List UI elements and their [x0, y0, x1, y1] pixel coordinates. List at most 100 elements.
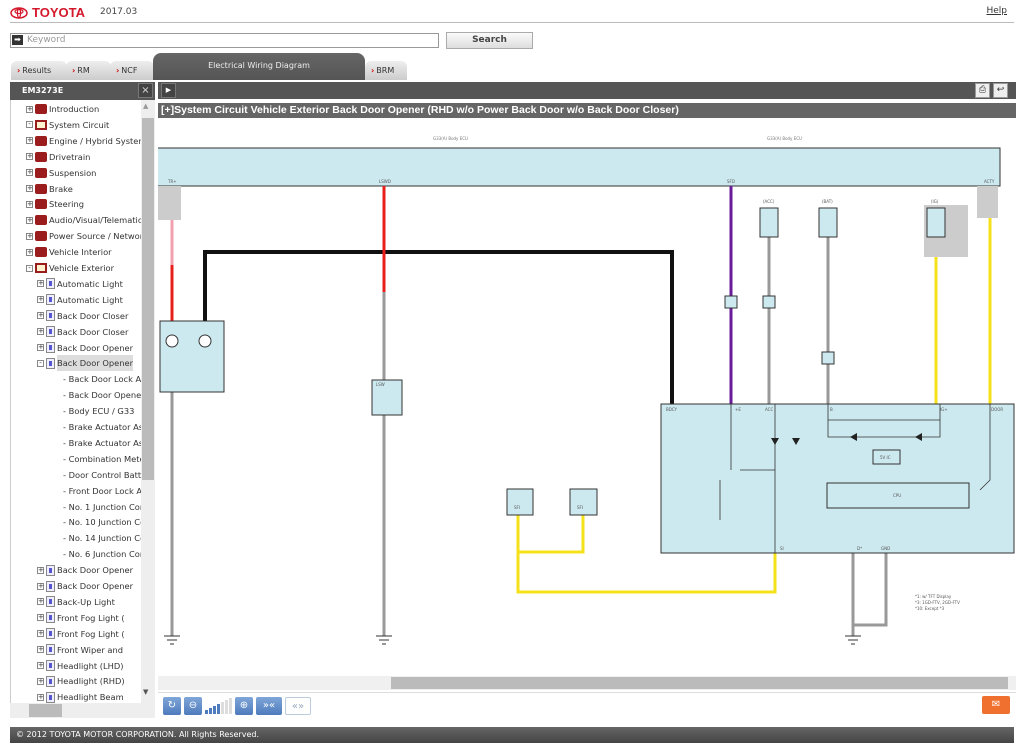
tree-item[interactable]: + Drivetrain	[26, 149, 141, 165]
tree-item[interactable]: + Back Door Opener	[37, 562, 141, 578]
expand-icon[interactable]: +	[37, 630, 44, 638]
help-link[interactable]: Help	[986, 6, 1007, 16]
collapse-icon[interactable]: -	[26, 121, 33, 129]
expand-icon[interactable]: +	[26, 153, 33, 161]
tree-item[interactable]: + Brake	[26, 181, 141, 197]
expand-icon[interactable]: +	[26, 232, 33, 240]
tree-item[interactable]: + Back Door Closer	[37, 308, 141, 324]
tree-scroll-thumb[interactable]	[142, 118, 154, 480]
expand-icon[interactable]: +	[26, 169, 33, 177]
back-icon[interactable]: ↩	[993, 83, 1008, 98]
expand-icon[interactable]: +	[37, 344, 44, 351]
expand-icon[interactable]: +	[37, 312, 44, 320]
tree-item[interactable]: + Audio/Visual/Telematics	[26, 212, 141, 228]
block-label: 5V IC	[880, 455, 891, 460]
expand-icon[interactable]: «»	[285, 696, 311, 715]
tree-item[interactable]: + Steering	[26, 196, 141, 212]
doc-icon	[46, 342, 55, 353]
tree-item[interactable]: + Suspension	[26, 165, 141, 181]
zoom-level-indicator	[205, 697, 232, 714]
tree-item[interactable]: - Brake Actuator Assembly	[63, 435, 141, 451]
tree-item[interactable]: + Back Door Opener	[37, 340, 141, 356]
scroll-up-icon[interactable]: ▲	[143, 102, 148, 110]
tree-item[interactable]: + Back-Up Light	[37, 594, 141, 610]
fit-icon[interactable]: »«	[256, 696, 282, 715]
tree-item[interactable]: + Front Fog Light (	[37, 626, 141, 642]
tab-brm[interactable]: › BRM	[365, 61, 407, 80]
collapse-icon[interactable]: -	[26, 264, 33, 272]
print-icon[interactable]: ⎙	[975, 83, 990, 98]
tree-item[interactable]: - Back Door Opener	[37, 355, 141, 372]
left-panel-title: EM3273E	[10, 82, 155, 100]
tree-item[interactable]: + Front Fog Light (	[37, 610, 141, 626]
expand-icon[interactable]: +	[26, 185, 33, 192]
tree-item[interactable]: - Door Control Battery	[63, 467, 141, 483]
doc-icon	[46, 596, 55, 608]
tree-item[interactable]: + Back Door Closer	[37, 324, 141, 340]
expand-icon[interactable]: +	[26, 216, 33, 224]
tree-item[interactable]: + Headlight (LHD)	[37, 658, 141, 674]
expand-icon[interactable]: +	[37, 582, 44, 590]
expand-icon[interactable]: +	[37, 598, 44, 606]
refresh-icon[interactable]: ↻	[163, 696, 181, 715]
keyword-input[interactable]: Keyword	[10, 33, 439, 48]
tree-item[interactable]: + Automatic Light	[37, 292, 141, 308]
feedback-icon[interactable]: ✉	[982, 696, 1010, 714]
pin-label: DOOR	[991, 407, 1003, 412]
wiring-diagram[interactable]: G33(A) Body ECU G33(A) Body ECU TR+ LSWD…	[158, 118, 1016, 676]
expand-panel-button[interactable]: ▶	[161, 83, 176, 98]
tree-item[interactable]: + Engine / Hybrid System	[26, 133, 141, 149]
expand-icon[interactable]: +	[37, 566, 44, 574]
tree-item[interactable]: + Headlight (RHD)	[37, 673, 141, 689]
tab-electrical-wiring-diagram[interactable]: Electrical Wiring Diagram	[153, 53, 365, 80]
tree-item[interactable]: + Back Door Opener	[37, 578, 141, 594]
expand-icon[interactable]: +	[26, 105, 33, 113]
tree-item[interactable]: - Back Door Lock Assembly	[63, 371, 141, 387]
tree-item[interactable]: - Body ECU / G33	[63, 403, 141, 419]
tree-item[interactable]: - Combination Meter	[63, 451, 141, 467]
zoom-out-icon[interactable]: ⊖	[184, 696, 202, 715]
expand-icon[interactable]: +	[26, 248, 33, 256]
tree-item[interactable]: - Vehicle Exterior	[26, 260, 141, 276]
close-panel-button[interactable]: ×	[138, 83, 153, 98]
expand-icon[interactable]: +	[37, 280, 44, 288]
tree-item[interactable]: - Brake Actuator Assembly	[63, 419, 141, 435]
expand-icon[interactable]: +	[26, 137, 33, 145]
tree-item[interactable]: - No. 14 Junction Connector	[63, 530, 141, 546]
book-icon	[35, 104, 47, 114]
tree-item[interactable]: + Headlight Beam	[37, 689, 141, 703]
expand-icon[interactable]: +	[37, 328, 44, 336]
tree-item[interactable]: - No. 1 Junction Connector	[63, 499, 141, 515]
fuse-label: (IG)	[931, 199, 939, 204]
zoom-in-icon[interactable]: ⊕	[235, 696, 253, 715]
tree-item[interactable]: + Introduction	[26, 101, 141, 117]
tree-item[interactable]: - Back Door Opener Switch	[63, 387, 141, 403]
tree-item[interactable]: + Power Source / Network	[26, 228, 141, 244]
scroll-down-icon[interactable]: ▼	[143, 688, 148, 696]
tree-item[interactable]: + Front Wiper and	[37, 642, 141, 658]
expand-icon[interactable]: +	[37, 693, 44, 701]
tree-item-label: - Brake Actuator Assembly	[63, 422, 141, 432]
expand-icon[interactable]: +	[37, 646, 44, 654]
tab-rm[interactable]: › RM	[66, 61, 111, 80]
tree-item-label: Engine / Hybrid System	[49, 135, 141, 146]
tree-item[interactable]: - System Circuit	[26, 117, 141, 133]
tree-item[interactable]: - No. 10 Junction Connector	[63, 514, 141, 530]
expand-icon[interactable]: +	[37, 677, 44, 685]
tab-ncf[interactable]: › NCF	[110, 61, 154, 80]
expand-icon[interactable]: +	[37, 296, 44, 304]
expand-icon[interactable]: +	[26, 200, 33, 208]
expand-icon[interactable]: +	[37, 614, 44, 622]
tree-item[interactable]: + Vehicle Interior	[26, 244, 141, 260]
diagram-hscroll-thumb[interactable]	[391, 677, 1008, 689]
tree-item[interactable]: - No. 6 Junction Connector	[63, 546, 141, 562]
tab-results[interactable]: › Results	[11, 61, 67, 80]
expand-icon[interactable]: +	[37, 662, 44, 669]
brand-name: TOYOTA	[32, 5, 85, 20]
tree-item-label: Back Door Closer	[57, 326, 129, 337]
collapse-icon[interactable]: -	[37, 359, 44, 367]
tree-item[interactable]: + Automatic Light	[37, 276, 141, 292]
tree-hscroll-thumb[interactable]	[29, 704, 62, 717]
search-button[interactable]: Search	[446, 32, 533, 49]
tree-item[interactable]: - Front Door Lock Assembly	[63, 483, 141, 499]
